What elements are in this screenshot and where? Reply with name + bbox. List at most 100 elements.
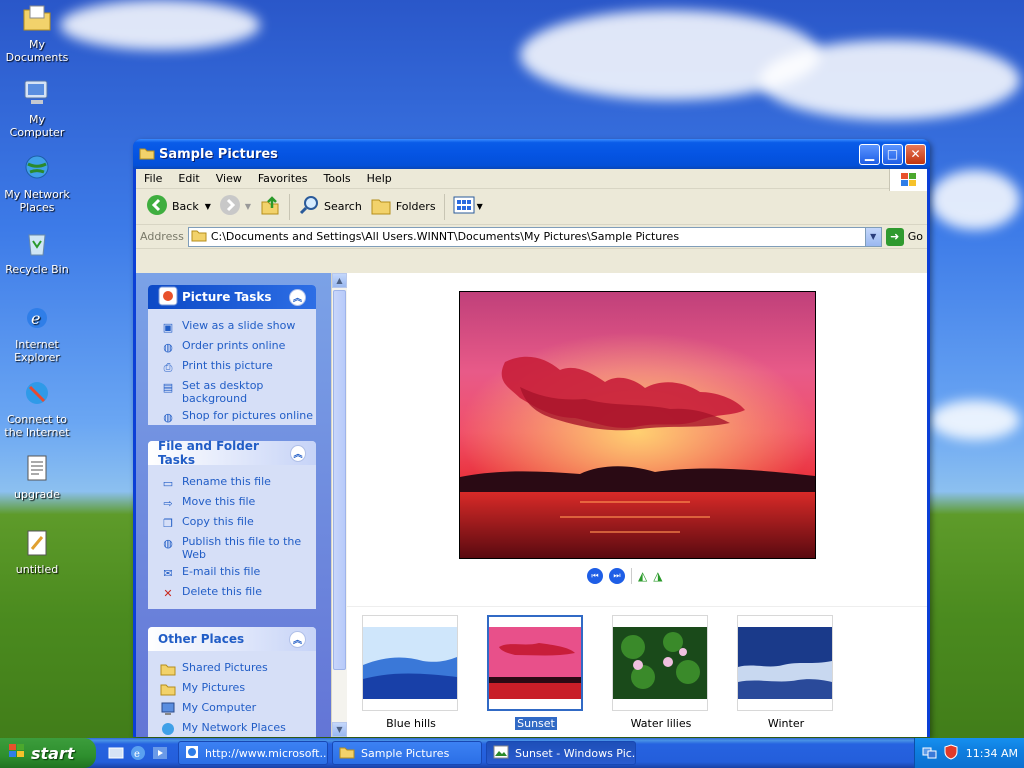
cloud xyxy=(760,40,1020,120)
place-shared-pictures[interactable]: Shared Pictures xyxy=(160,661,316,677)
search-label: Search xyxy=(324,200,362,213)
media-player-icon[interactable] xyxy=(152,745,168,761)
desktop-icon-recycle-bin[interactable]: Recycle Bin xyxy=(0,227,74,276)
menu-view[interactable]: View xyxy=(208,172,250,185)
file-folder-tasks-header[interactable]: File and Folder Tasks ︽ xyxy=(148,439,316,467)
clock[interactable]: 11:34 AM xyxy=(966,747,1018,760)
previous-image-icon[interactable]: ⏮ xyxy=(587,568,603,584)
show-desktop-icon[interactable] xyxy=(108,745,124,761)
thumbnail-blue-hills[interactable]: Blue hills xyxy=(362,615,460,730)
svg-text:e: e xyxy=(31,309,40,328)
back-button[interactable]: Back ▼ xyxy=(142,192,215,222)
network-tray-icon[interactable] xyxy=(921,744,937,763)
desktop-icon-untitled[interactable]: untitled xyxy=(0,527,74,576)
forward-button[interactable]: ▼ xyxy=(215,192,255,222)
text-file-icon xyxy=(21,452,53,484)
forward-dropdown-icon[interactable]: ▼ xyxy=(245,202,251,211)
task-view-slideshow[interactable]: ▣ View as a slide show xyxy=(160,319,316,335)
place-my-network-places[interactable]: My Network Places xyxy=(160,721,316,737)
globe-icon: ◍ xyxy=(163,410,173,424)
close-button[interactable]: ✕ xyxy=(905,143,926,165)
network-icon xyxy=(21,152,53,184)
task-pane-scrollbar[interactable]: ▲ ▼ xyxy=(331,273,347,737)
menu-edit[interactable]: Edit xyxy=(170,172,207,185)
task-set-desktop-background[interactable]: ▤ Set as desktop background xyxy=(160,379,316,405)
image-preview-sunset[interactable] xyxy=(459,291,816,559)
task-publish-web[interactable]: ◍ Publish this file to the Web xyxy=(160,535,316,561)
controls-separator xyxy=(631,568,632,584)
scroll-down-icon[interactable]: ▼ xyxy=(332,722,347,737)
task-shop-pictures[interactable]: ◍ Shop for pictures online xyxy=(160,409,316,425)
start-button[interactable]: start xyxy=(0,738,96,768)
picture-tasks-header[interactable]: Picture Tasks ︽ xyxy=(148,285,316,309)
taskbar-button-picture-viewer[interactable]: Sunset - Windows Pic... xyxy=(486,741,636,765)
scroll-thumb[interactable] xyxy=(333,290,346,670)
folders-button[interactable]: Folders xyxy=(366,192,440,222)
thumbnail-water-lilies[interactable]: Water lilies xyxy=(612,615,710,730)
desktop-icon-my-network-places[interactable]: My Network Places xyxy=(0,152,74,214)
taskbar-button-internet-explorer[interactable]: http://www.microsoft.... xyxy=(178,741,328,765)
desktop-icon-my-documents[interactable]: My Documents xyxy=(0,2,74,64)
up-folder-button[interactable] xyxy=(255,192,285,222)
task-move-file[interactable]: ⇨ Move this file xyxy=(160,495,316,511)
task-rename-file[interactable]: ▭ Rename this file xyxy=(160,475,316,491)
back-arrow-icon xyxy=(146,194,168,219)
other-places-panel: Other Places ︽ Shared Pictures My Pictur… xyxy=(148,627,316,737)
desktop-icon-label: Connect to the Internet xyxy=(4,413,70,439)
back-dropdown-icon[interactable]: ▼ xyxy=(205,202,211,211)
globe-icon: ◍ xyxy=(163,536,173,550)
place-my-pictures[interactable]: My Pictures xyxy=(160,681,316,697)
task-label: Delete this file xyxy=(182,585,262,598)
rotate-counterclockwise-icon[interactable]: ◮ xyxy=(653,569,662,583)
start-label: start xyxy=(31,743,75,763)
task-email-file[interactable]: ✉ E-mail this file xyxy=(160,565,316,581)
task-label: E-mail this file xyxy=(182,565,261,578)
email-icon: ✉ xyxy=(163,566,173,580)
scroll-up-icon[interactable]: ▲ xyxy=(332,273,347,288)
desktop-icon-my-computer[interactable]: My Computer xyxy=(0,77,74,139)
other-places-header[interactable]: Other Places ︽ xyxy=(148,627,316,651)
maximize-button[interactable]: □ xyxy=(882,143,903,165)
next-image-icon[interactable]: ⏭ xyxy=(609,568,625,584)
search-button[interactable]: Search xyxy=(294,192,366,222)
collapse-icon[interactable]: ︽ xyxy=(289,630,306,648)
back-label: Back xyxy=(172,200,199,213)
address-dropdown-button[interactable]: ▼ xyxy=(864,227,881,246)
rotate-clockwise-icon[interactable]: ◭ xyxy=(638,569,647,583)
title-bar[interactable]: Sample Pictures ▁ □ ✕ xyxy=(133,139,930,169)
desktop-icon-internet-explorer[interactable]: e Internet Explorer xyxy=(0,302,74,364)
picture-viewer-icon xyxy=(493,745,509,762)
task-print-picture[interactable]: ⎙ Print this picture xyxy=(160,359,316,375)
taskbar: start e http://www.microsoft.... Sample … xyxy=(0,738,1024,768)
internet-explorer-icon[interactable]: e xyxy=(130,745,146,761)
thumbnail-sunset[interactable]: Sunset xyxy=(487,615,585,730)
place-my-computer[interactable]: My Computer xyxy=(160,701,316,717)
views-button[interactable]: ▼ xyxy=(449,192,487,222)
thumbnail-winter[interactable]: Winter xyxy=(737,615,835,730)
taskbar-button-sample-pictures[interactable]: Sample Pictures xyxy=(332,741,482,765)
cloud xyxy=(60,0,260,50)
minimize-button[interactable]: ▁ xyxy=(859,143,880,165)
menu-file[interactable]: File xyxy=(136,172,170,185)
collapse-icon[interactable]: ︽ xyxy=(290,444,306,462)
task-order-prints[interactable]: ◍ Order prints online xyxy=(160,339,316,355)
desktop-icon-label: untitled xyxy=(15,563,59,576)
thumbnail-label: Water lilies xyxy=(630,717,692,730)
computer-icon xyxy=(21,77,53,109)
desktop-icon-label: My Documents xyxy=(5,38,69,64)
menu-help[interactable]: Help xyxy=(359,172,400,185)
menu-tools[interactable]: Tools xyxy=(316,172,359,185)
collapse-icon[interactable]: ︽ xyxy=(289,288,306,306)
task-label: Shop for pictures online xyxy=(182,409,313,422)
maximize-icon: □ xyxy=(886,147,899,161)
security-shield-icon[interactable] xyxy=(943,743,959,763)
task-delete-file[interactable]: ✕ Delete this file xyxy=(160,585,316,601)
go-button[interactable]: ➜ Go xyxy=(885,227,923,246)
desktop-icon-label: upgrade xyxy=(14,488,60,501)
task-copy-file[interactable]: ❐ Copy this file xyxy=(160,515,316,531)
menu-favorites[interactable]: Favorites xyxy=(250,172,316,185)
address-input[interactable]: C:\Documents and Settings\All Users.WINN… xyxy=(187,226,882,247)
desktop-icon-connect-to-the-internet[interactable]: Connect to the Internet xyxy=(0,377,74,439)
folder-documents-icon xyxy=(21,2,53,34)
desktop-icon-upgrade[interactable]: upgrade xyxy=(0,452,74,501)
